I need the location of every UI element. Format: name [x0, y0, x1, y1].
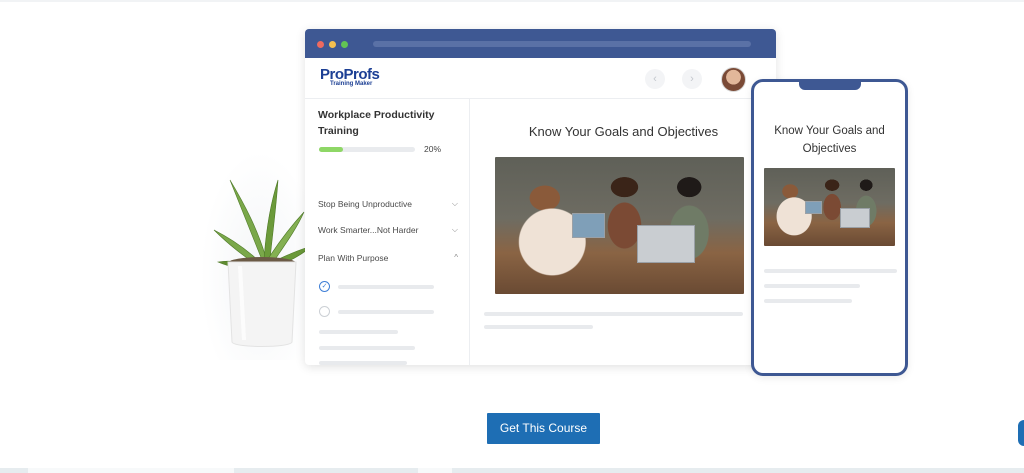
text-placeholder	[764, 269, 897, 273]
phone-mockup: Know Your Goals and Objectives	[751, 79, 908, 376]
text-placeholder	[484, 312, 743, 316]
get-this-course-button[interactable]: Get This Course	[487, 413, 600, 444]
chevron-down-icon: ⌵	[451, 199, 458, 208]
chat-widget-tab[interactable]	[1018, 420, 1024, 446]
lesson-placeholder	[338, 310, 434, 314]
plant-illustration	[200, 150, 320, 360]
address-bar	[373, 41, 751, 47]
progress-bar	[319, 147, 415, 152]
minimize-dot-icon	[329, 41, 336, 48]
chevron-left-icon[interactable]: ‹	[645, 69, 665, 89]
text-placeholder	[764, 299, 852, 303]
module-stop-being-unproductive[interactable]: Stop Being Unproductive ⌵	[318, 199, 458, 209]
app-header: ProProfs Training Maker ‹ ›	[305, 58, 776, 99]
text-placeholder	[764, 284, 860, 288]
team-photo	[495, 157, 744, 294]
course-title: Workplace Productivity Training	[318, 109, 435, 137]
lesson-placeholder	[338, 285, 434, 289]
text-placeholder	[484, 325, 593, 329]
chevron-right-icon[interactable]: ›	[682, 69, 702, 89]
maximize-dot-icon	[341, 41, 348, 48]
top-divider	[0, 0, 1024, 2]
check-circle-icon[interactable]: ✓	[319, 281, 330, 292]
team-photo-mobile	[764, 168, 895, 246]
browser-window-mockup: ProProfs Training Maker ‹ › Workplace Pr…	[305, 29, 776, 365]
close-dot-icon	[317, 41, 324, 48]
chevron-down-icon: ⌵	[451, 225, 458, 234]
bottom-strip	[0, 468, 1024, 473]
course-sidebar: Workplace Productivity Training 20% Stop…	[305, 99, 470, 365]
phone-notch	[799, 79, 861, 90]
text-placeholder	[319, 361, 407, 365]
text-placeholder	[319, 330, 398, 334]
chevron-up-icon: ^	[454, 253, 458, 262]
text-placeholder	[319, 346, 415, 350]
course-content: Know Your Goals and Objectives	[471, 99, 776, 365]
progress-fill	[319, 147, 343, 152]
phone-content-title: Know Your Goals and Objectives	[774, 125, 885, 155]
module-plan-with-purpose[interactable]: Plan With Purpose ^	[318, 253, 458, 263]
progress-label: 20%	[424, 144, 442, 154]
proprofs-logo: ProProfs Training Maker	[320, 66, 380, 87]
avatar[interactable]	[721, 67, 746, 92]
content-title: Know Your Goals and Objectives	[528, 124, 719, 139]
browser-title-bar	[305, 29, 776, 58]
module-work-smarter[interactable]: Work Smarter...Not Harder ⌵	[318, 225, 458, 235]
empty-circle-icon[interactable]	[319, 306, 330, 317]
